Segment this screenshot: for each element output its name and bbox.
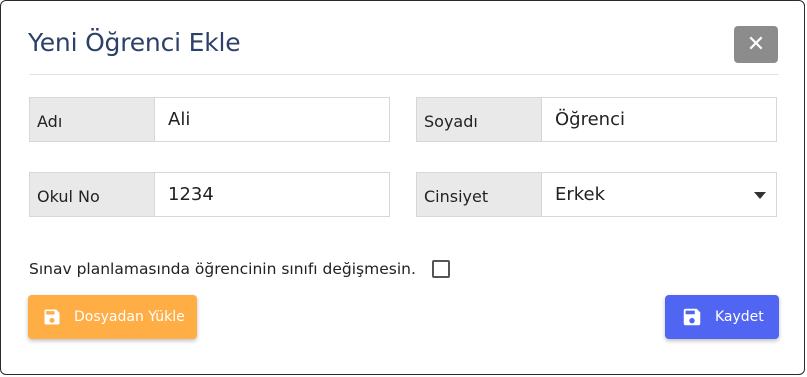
save-button-label: Kaydet [715, 309, 764, 325]
last-name-input[interactable]: Öğrenci [541, 97, 777, 142]
add-student-dialog: Yeni Öğrenci Ekle ✕ Adı Ali Soyadı Öğren… [0, 0, 805, 375]
keep-class-label: Sınav planlamasında öğrencinin sınıfı de… [29, 260, 416, 278]
upload-button-label: Dosyadan Yükle [74, 309, 185, 325]
first-name-input[interactable]: Ali [154, 97, 390, 142]
last-name-group: Soyadı Öğrenci [416, 97, 777, 142]
close-button[interactable]: ✕ [734, 26, 778, 63]
last-name-label: Soyadı [416, 97, 541, 142]
save-button[interactable]: Kaydet [665, 295, 779, 339]
dialog-title: Yeni Öğrenci Ekle [28, 28, 241, 57]
save-icon [681, 306, 703, 328]
title-divider [29, 74, 779, 75]
gender-select[interactable]: Erkek [541, 172, 777, 217]
gender-selected-value: Erkek [555, 184, 606, 205]
first-name-label: Adı [29, 97, 154, 142]
save-icon [42, 307, 62, 327]
gender-label: Cinsiyet [416, 172, 541, 217]
school-no-input[interactable]: 1234 [154, 172, 390, 217]
keep-class-row: Sınav planlamasında öğrencinin sınıfı de… [29, 258, 450, 280]
school-no-group: Okul No 1234 [29, 172, 390, 217]
school-no-label: Okul No [29, 172, 154, 217]
dropdown-arrow-icon [754, 192, 766, 199]
keep-class-checkbox[interactable] [431, 260, 450, 278]
gender-group: Cinsiyet Erkek [416, 172, 777, 217]
first-name-group: Adı Ali [29, 97, 390, 142]
upload-from-file-button[interactable]: Dosyadan Yükle [28, 295, 197, 339]
close-icon: ✕ [746, 32, 766, 57]
